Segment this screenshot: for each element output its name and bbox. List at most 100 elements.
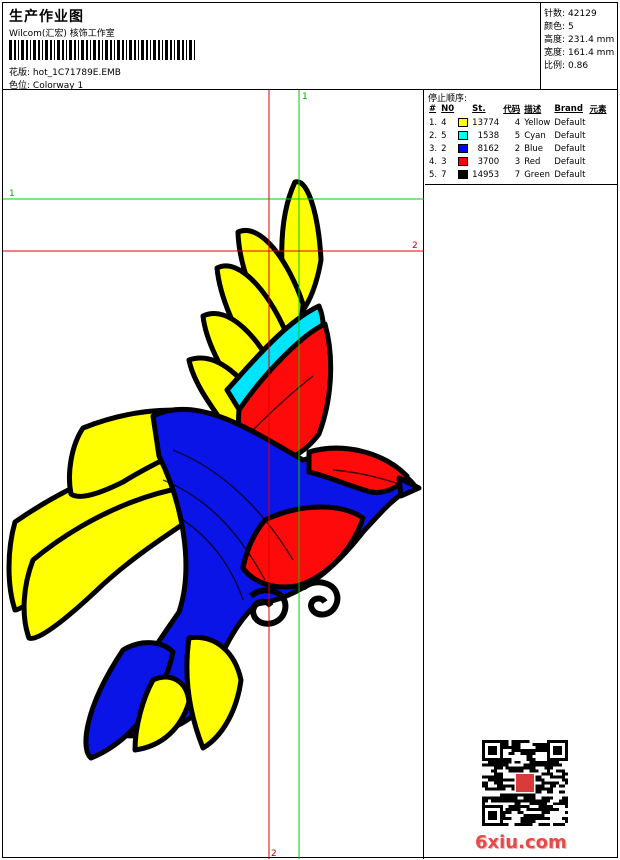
qr-module [511, 805, 515, 809]
qr-module [538, 742, 542, 746]
qr-module [535, 808, 539, 812]
barcode-bar [134, 40, 136, 60]
qr-module [517, 802, 521, 806]
col-swatch [457, 103, 471, 116]
qr-module [541, 796, 545, 800]
qr-module [535, 787, 539, 791]
barcode-bar [18, 40, 19, 60]
guide-label-red-v: 2 [271, 849, 277, 859]
qr-module [532, 793, 536, 797]
cell-description: Yellow [524, 117, 551, 128]
cell-stitches: 13774 [472, 117, 500, 128]
qr-module [562, 817, 566, 821]
color-swatch [458, 143, 469, 153]
qr-module [529, 814, 533, 818]
qr-module [526, 740, 530, 743]
qr-module [538, 790, 542, 794]
qr-module [493, 763, 497, 767]
design-area: 1 1 2 2 [3, 90, 424, 859]
qr-module [493, 766, 497, 770]
qr-module [520, 817, 524, 821]
cell-swatch [457, 116, 471, 129]
cell-code: 5 [514, 130, 521, 141]
qr-module [553, 802, 557, 806]
barcode-bar [177, 40, 180, 60]
qr-module [544, 748, 548, 752]
production-sheet: 生产作业图 Wilcom(汇宏) 核饰工作室 花版: hot_1C71789E.… [2, 2, 618, 859]
qr-module [523, 799, 527, 803]
cell-element [588, 168, 609, 181]
qr-module [541, 814, 545, 818]
qr-module [547, 805, 551, 809]
cell-code: 7 [514, 169, 521, 180]
qr-module [553, 808, 557, 812]
qr-module [565, 796, 568, 800]
table-row: 4. 3 3700 3 Red Default [428, 155, 609, 168]
qr-module [508, 817, 512, 821]
qr-module [514, 769, 518, 773]
qr-module [547, 808, 551, 812]
qr-module [482, 802, 485, 806]
qr-module [541, 781, 545, 785]
qr-module [511, 745, 515, 749]
table-header-row: # N0 St. 代码 描述 Brand 元素 [428, 103, 609, 116]
qr-module [550, 766, 554, 770]
barcode-bar [9, 40, 12, 60]
qr-module [490, 769, 494, 773]
qr-module [482, 796, 485, 800]
cell-swatch [457, 142, 471, 155]
qr-module [541, 745, 545, 749]
cell-brand: Default [554, 143, 586, 154]
qr-module [559, 823, 563, 826]
qr-module [562, 772, 566, 776]
qr-module [496, 799, 500, 803]
qr-module [508, 760, 512, 764]
cell-needle: 5 [441, 130, 447, 141]
qr-module [511, 796, 515, 800]
qr-module [544, 823, 548, 826]
qr-module [514, 802, 518, 806]
cell-element [588, 116, 609, 129]
qr-module [490, 763, 494, 767]
qr-module [505, 808, 509, 812]
qr-module [565, 778, 568, 782]
qr-module [499, 766, 503, 770]
qr-module [526, 823, 530, 826]
qr-module [511, 793, 515, 797]
barcode-bar [74, 40, 76, 60]
guide-label-red-h: 2 [412, 241, 418, 251]
barcode-bar [150, 40, 151, 60]
barcode-bar [162, 40, 163, 60]
qr-module [505, 745, 509, 749]
qr-module [544, 766, 548, 770]
foot-curl [301, 579, 341, 618]
qr-module [505, 823, 509, 826]
qr-module [520, 823, 524, 826]
cell-needle: 2 [441, 143, 447, 154]
qr-module [532, 760, 536, 764]
qr-module [529, 823, 533, 826]
barcode-bar [86, 40, 88, 60]
qr-module [544, 781, 548, 785]
qr-module [556, 763, 560, 767]
cell-index: 2. [429, 130, 438, 141]
qr-module [487, 775, 491, 779]
qr-module [508, 811, 512, 815]
col-element: 元素 [589, 105, 607, 115]
qr-module [556, 775, 560, 779]
qr-module [490, 760, 494, 764]
qr-module [505, 760, 509, 764]
qr-module [502, 740, 506, 743]
qr-module [511, 769, 515, 773]
cell-brand: Default [554, 169, 586, 180]
barcode-bar [189, 40, 192, 60]
barcode-bar [117, 40, 120, 60]
qr-module [532, 808, 536, 812]
qr-module [526, 796, 530, 800]
qr-module [484, 796, 488, 800]
qr-module [526, 757, 530, 761]
qr-finder [487, 745, 497, 755]
cell-index: 4. [429, 156, 438, 167]
qr-module [538, 787, 542, 791]
qr-module [523, 766, 527, 770]
